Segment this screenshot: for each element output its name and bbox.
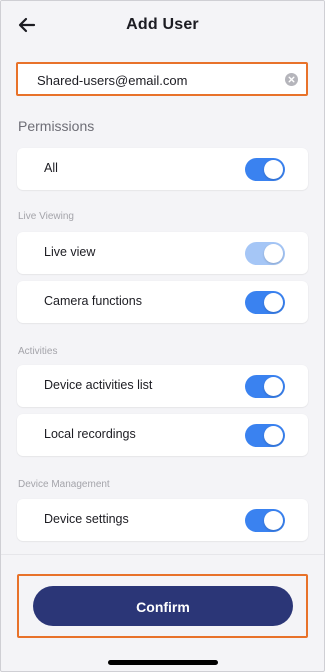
permission-label: Device activities list	[44, 378, 153, 392]
toggle-knob	[264, 160, 283, 179]
toggle-knob	[264, 293, 283, 312]
toggle-knob	[264, 377, 283, 396]
group-label-device-management: Device Management	[18, 479, 110, 490]
toggle-switch-live-view[interactable]	[245, 242, 285, 265]
permission-label: Live view	[44, 245, 96, 259]
toggle-switch-local-recordings[interactable]	[245, 424, 285, 447]
permission-row-live-view[interactable]: Live view	[17, 232, 308, 274]
clear-circle-icon[interactable]	[285, 73, 298, 86]
confirm-button[interactable]: Confirm	[33, 586, 293, 626]
email-field-highlight	[16, 62, 308, 96]
footer-divider	[1, 554, 324, 555]
permission-row-device-activities[interactable]: Device activities list	[17, 365, 308, 407]
group-label-activities: Activities	[18, 346, 58, 357]
permission-label: Camera functions	[44, 294, 142, 308]
permission-label: Local recordings	[44, 427, 136, 441]
page-title: Add User	[126, 16, 199, 33]
header: Add User	[1, 1, 324, 53]
toggle-switch-all[interactable]	[245, 158, 285, 181]
group-label-live-viewing: Live Viewing	[18, 211, 74, 222]
permission-label: All	[44, 161, 58, 175]
email-input[interactable]	[37, 71, 277, 89]
add-user-screen: Add User Permissions All Live Viewing Li…	[0, 0, 325, 672]
permission-row-all[interactable]: All	[17, 148, 308, 190]
permission-row-device-settings[interactable]: Device settings	[17, 499, 308, 541]
permissions-heading: Permissions	[18, 118, 95, 134]
toggle-switch-device-activities[interactable]	[245, 375, 285, 398]
toggle-knob	[264, 511, 283, 530]
confirm-highlight: Confirm	[17, 574, 308, 638]
toggle-knob	[264, 426, 283, 445]
toggle-switch-camera-functions[interactable]	[245, 291, 285, 314]
toggle-switch-device-settings[interactable]	[245, 509, 285, 532]
home-indicator	[108, 660, 218, 665]
permission-row-local-recordings[interactable]: Local recordings	[17, 414, 308, 456]
permission-label: Device settings	[44, 512, 129, 526]
permission-row-camera-functions[interactable]: Camera functions	[17, 281, 308, 323]
toggle-knob	[264, 244, 283, 263]
